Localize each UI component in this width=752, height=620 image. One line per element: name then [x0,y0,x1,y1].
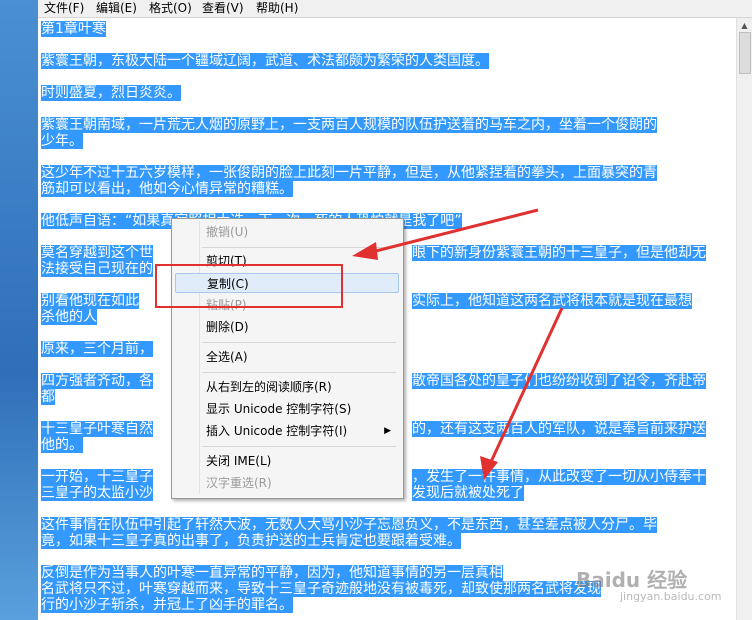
baidu-watermark-url: jingyan.baidu.com [620,590,722,603]
annotation-arrowhead-1 [352,242,378,260]
annotation-arrow-2 [488,307,564,465]
annotation-arrows [352,208,564,480]
annotation-arrow-1 [371,208,539,254]
annotation-arrowhead-2 [480,456,498,480]
baidu-watermark-logo: Baidu 经验 [576,568,688,592]
